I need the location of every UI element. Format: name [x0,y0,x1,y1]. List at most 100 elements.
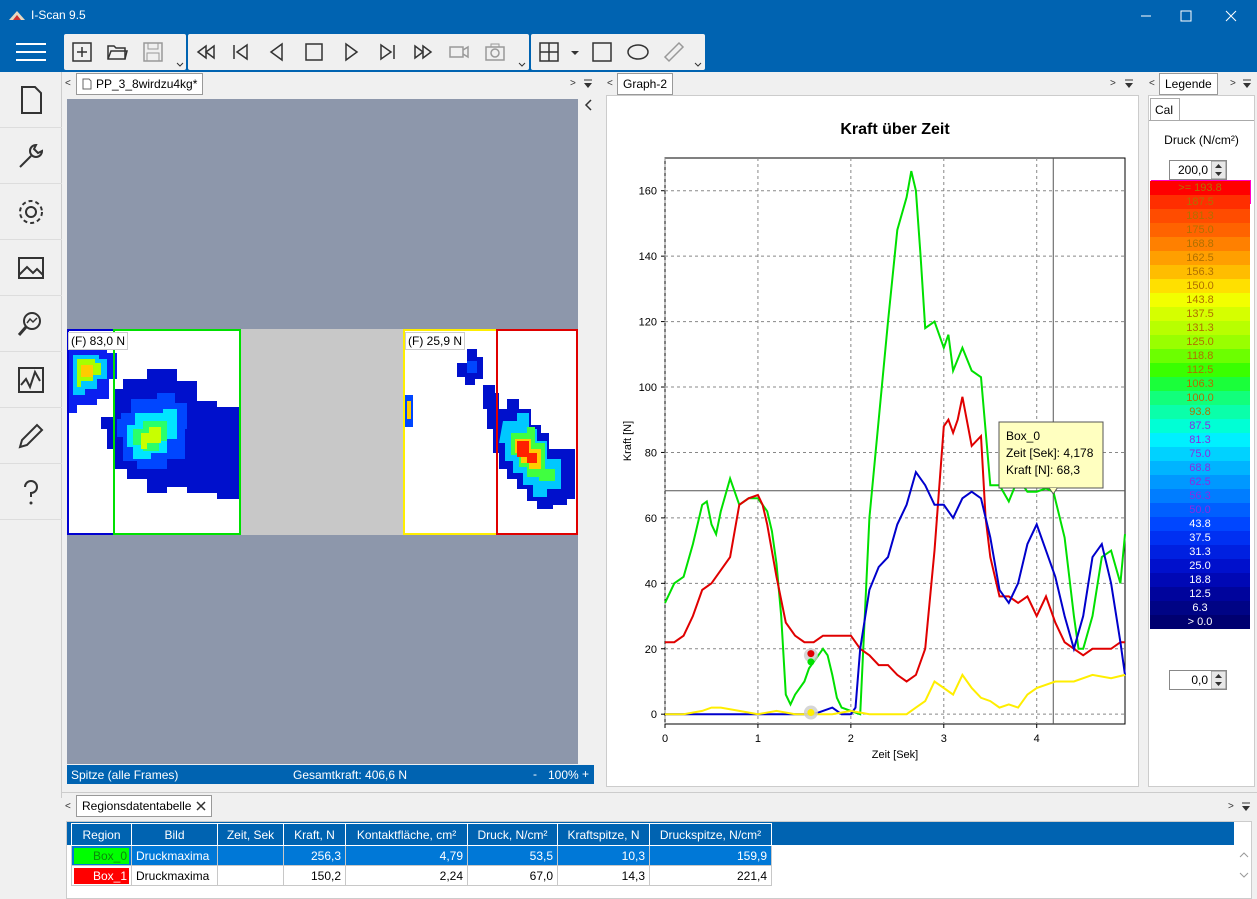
tab-scroll-left-icon[interactable]: < [65,78,71,89]
record-video-button[interactable] [444,38,474,66]
hamburger-menu-button[interactable] [14,41,48,63]
status-total-force: Gesamtkraft: 406,6 N [293,768,408,782]
column-header-pressure[interactable]: Druck, N/cm² [467,823,558,846]
maximize-button[interactable] [1164,0,1208,31]
last-frame-button[interactable] [372,38,402,66]
ellipse-tool-button[interactable] [623,38,653,66]
rectangle-icon [592,42,612,62]
sidebar-item-file[interactable] [0,72,62,128]
column-header-image[interactable]: Bild [131,823,218,846]
column-header-force[interactable]: Kraft, N [283,823,346,846]
graph-area: 0 20 40 60 80 100 120 140 160 0 1 2 3 4 Kraft über Zei… [606,95,1139,787]
ruler-tool-button[interactable] [659,38,689,66]
tab-pressure-map[interactable]: PP_3_8wirdzu4kg* [76,73,204,95]
spinner-icon[interactable] [1211,161,1226,179]
tab-label: Regionsdatentabelle [82,799,192,813]
spinner-icon[interactable] [1211,671,1226,689]
sidebar-item-graph[interactable] [0,352,62,408]
tab-menu-icon[interactable] [1241,801,1251,813]
sidebar-item-help[interactable] [0,464,62,520]
region-force-label-left: (F) 83,0 N [68,332,129,350]
tab-scroll-left-icon[interactable]: < [1149,78,1155,89]
sidebar-item-image[interactable] [0,240,62,296]
legend-scale-entry: 187.5 [1150,195,1250,209]
save-button[interactable] [138,38,168,66]
magnifier-icon [17,311,41,336]
column-header-peak-force[interactable]: Kraftspitze, N [557,823,650,846]
tab-legend[interactable]: Legende [1159,73,1218,95]
tab-scroll-right-icon[interactable]: > [1110,78,1116,89]
scroll-down-icon[interactable] [1239,870,1249,880]
pressure-map-canvas[interactable]: (F) 83,0 N (F) 25,9 N [67,99,578,764]
table-row[interactable]: Box_0 Druckmaxima 256,3 4,79 53,5 10,3 159,9 [71,845,772,866]
overflow-icon[interactable] [518,62,526,68]
peak-force-cell: 10,3 [557,845,650,866]
y-tick-label: 120 [639,317,657,329]
legend-scale-entry: > 0.0 [1150,615,1250,629]
sidebar-item-annotate[interactable] [0,408,62,464]
overflow-icon[interactable] [176,62,184,68]
tab-scroll-left-icon[interactable]: < [65,801,71,812]
play-button[interactable] [336,38,366,66]
sidebar-item-tools[interactable] [0,128,62,184]
legend-scale-entry: 62.5 [1150,475,1250,489]
chevron-down-icon[interactable] [570,50,580,56]
cursor-marker-yellow [807,709,815,717]
tab-scroll-right-icon[interactable]: > [570,78,576,89]
legend-scale-entry: 175.0 [1150,223,1250,237]
tab-scroll-left-icon[interactable]: < [607,78,613,89]
sidebar-item-analysis[interactable] [0,296,62,352]
close-tab-icon[interactable] [196,801,206,811]
tab-graph[interactable]: Graph-2 [617,73,674,95]
region-data-table: Region Bild Zeit, Sek Kraft, N Kontaktfl… [71,823,772,886]
title-bar: I-Scan 9.5 [0,0,1257,31]
overflow-icon[interactable] [694,62,702,68]
zoom-out-button[interactable]: - [533,767,537,781]
step-back-button[interactable] [262,38,292,66]
grid-region-button[interactable] [534,38,564,66]
tab-scroll-right-icon[interactable]: > [1230,78,1236,89]
toolbar [0,31,1257,72]
collapse-icon[interactable] [584,99,592,111]
column-header-time[interactable]: Zeit, Sek [217,823,284,846]
stop-button[interactable] [299,38,329,66]
scroll-up-icon[interactable] [1239,850,1249,860]
first-frame-button[interactable] [226,38,256,66]
region-toolbar-group [531,34,705,70]
tab-menu-icon[interactable] [583,78,593,90]
table-row[interactable]: Box_1 Druckmaxima 150,2 2,24 67,0 14,3 221,4 [71,865,772,886]
minimize-button[interactable] [1124,0,1168,31]
peak-pressure-cell: 159,9 [649,845,772,866]
snapshot-button[interactable] [480,38,510,66]
column-header-peak-pressure[interactable]: Druckspitze, N/cm² [649,823,772,846]
legend-scale-entry: 87.5 [1150,419,1250,433]
legend-scale-entry: >= 193.8 [1150,181,1250,195]
tab-region-table[interactable]: Regionsdatentabelle [76,795,213,817]
force-time-chart[interactable]: 0 20 40 60 80 100 120 140 160 0 1 2 3 4 Kraft über Zei… [607,96,1140,788]
tab-menu-icon[interactable] [1242,78,1252,90]
open-folder-button[interactable] [102,38,132,66]
time-cell [217,845,284,866]
pencil-icon [18,423,44,448]
new-file-button[interactable] [67,38,97,66]
column-header-contact-area[interactable]: Kontaktfläche, cm² [345,823,468,846]
zoom-in-button[interactable]: + [582,767,589,781]
pressure-heatmap [67,329,578,535]
close-button[interactable] [1209,0,1253,31]
max-pressure-value: 200,0 [1177,163,1208,177]
fast-forward-button[interactable] [408,38,438,66]
tooltip-time: Zeit [Sek]: 4,178 [1006,446,1094,460]
tab-scroll-right-icon[interactable]: > [1228,801,1234,812]
rewind-button[interactable] [191,38,221,66]
app-logo-icon [9,11,25,20]
tab-menu-icon[interactable] [1124,78,1134,90]
x-axis-label: Zeit [Sek] [872,749,918,761]
peak-force-cell: 14,3 [557,865,650,886]
tab-cal[interactable]: Cal [1150,98,1180,120]
y-tick-label: 100 [639,382,657,394]
rectangle-tool-button[interactable] [587,38,617,66]
legend-scale-entry: 156.3 [1150,265,1250,279]
rewind-icon [196,44,215,60]
sidebar-item-settings[interactable] [0,184,62,240]
column-header-region[interactable]: Region [71,823,132,846]
